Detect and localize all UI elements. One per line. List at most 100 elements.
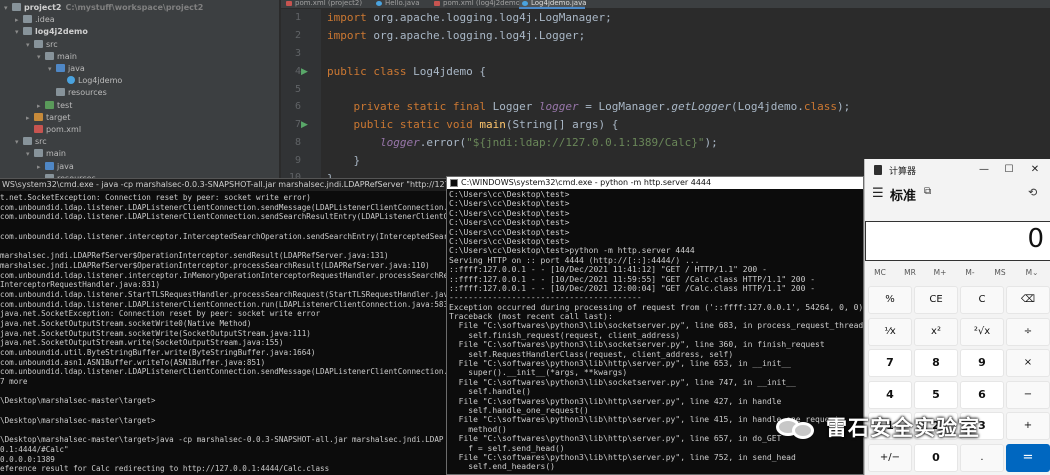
memory-subtract-button[interactable]: M- — [955, 268, 985, 277]
tree-item[interactable]: ▾ java — [48, 63, 85, 74]
console-line: C:\Users\cc\Desktop\test> — [449, 218, 570, 228]
tab-pom-project2[interactable]: pom.xml (project2) — [283, 0, 362, 9]
equals-button[interactable]: = — [1006, 443, 1050, 472]
tree-item[interactable]: resources — [48, 87, 107, 98]
subtract-button[interactable]: − — [1006, 380, 1050, 409]
history-icon[interactable]: ⟲ — [1028, 186, 1037, 199]
console-line: ::ffff:127.0.0.1 - - [10/Dec/2021 11:59:… — [449, 274, 816, 284]
expand-arrow-icon[interactable]: ▸ — [37, 101, 45, 112]
memory-list-button[interactable]: M⌄ — [1017, 268, 1047, 277]
tree-item-label: java — [57, 161, 74, 171]
expand-arrow-icon[interactable]: ▾ — [15, 27, 23, 38]
line-number: 6 — [294, 101, 301, 112]
console-line: File "C:\softwares\python3\lib\socketser… — [449, 321, 864, 331]
console-line: com.unboundid.asn1.ASN1Buffer.writeTo(AS… — [0, 357, 266, 367]
tree-item[interactable]: ▸ java — [37, 161, 74, 172]
keyword: private static final — [353, 100, 486, 113]
folder-icon — [45, 100, 54, 109]
run-main-icon[interactable]: ▶ — [301, 119, 308, 131]
digit-4-button[interactable]: 4 — [868, 380, 912, 409]
maximize-icon[interactable]: ☐ — [1001, 163, 1017, 177]
tree-item[interactable]: ▸ target — [26, 112, 70, 123]
expand-arrow-icon[interactable]: ▾ — [26, 149, 34, 160]
digit-6-button[interactable]: 6 — [960, 380, 1004, 409]
run-class-icon[interactable]: ▶ — [301, 66, 308, 78]
console-titlebar[interactable]: C:\WINDOWS\system32\cmd.exe - python -m … — [447, 177, 863, 189]
expand-arrow-icon[interactable]: ▾ — [26, 40, 34, 51]
divide-button[interactable]: ÷ — [1006, 317, 1050, 346]
console-line: 0.1:4444/#Calc" — [0, 444, 69, 454]
reciprocal-button[interactable]: ⅟x — [868, 317, 912, 346]
expand-arrow-icon[interactable]: ▸ — [15, 15, 23, 26]
expand-arrow-icon[interactable]: ▾ — [4, 3, 12, 14]
tab-log4jdemo-java[interactable]: Log4jdemo.java — [519, 0, 587, 9]
console-line: self.end_headers() — [449, 462, 555, 472]
digit-5-button[interactable]: 5 — [914, 380, 958, 409]
expand-arrow-icon[interactable]: ▾ — [48, 64, 56, 75]
digit-9-button[interactable]: 9 — [960, 349, 1004, 377]
expand-arrow-icon[interactable]: ▸ — [37, 162, 45, 173]
console-line: C:\Users\cc\Desktop\test> — [449, 190, 570, 199]
tree-item[interactable]: ▾ project2 C:\mystuff\workspace\project2 — [4, 2, 203, 13]
add-button[interactable]: + — [1006, 412, 1050, 440]
clear-button[interactable]: C — [960, 286, 1004, 314]
calculator-display: 0 — [865, 221, 1050, 261]
tree-item-label: main — [57, 51, 77, 61]
console-line: ::ffff:127.0.0.1 - - [10/Dec/2021 11:41:… — [449, 265, 767, 275]
tree-item[interactable]: ▾ src — [15, 136, 47, 147]
percent-button[interactable]: % — [868, 286, 912, 314]
console-line: InterceptorRequestHandler.java:831) — [0, 280, 161, 290]
clear-entry-button[interactable]: CE — [914, 286, 958, 314]
console-line: eference result for Calc redirecting to … — [0, 464, 330, 474]
keyword: public class — [327, 65, 407, 78]
close-icon[interactable]: ✕ — [1027, 163, 1043, 177]
console-line: com.unboundid.ldap.listener.LDAPListener… — [0, 212, 453, 222]
minimize-icon[interactable]: — — [976, 163, 992, 177]
tree-item[interactable]: ▾ log4j2demo — [15, 26, 88, 37]
square-button[interactable]: x² — [914, 317, 958, 346]
memory-clear-button[interactable]: MC — [865, 268, 895, 277]
watermark-text: 雷石安全实验室 — [826, 416, 980, 440]
memory-recall-button[interactable]: MR — [895, 268, 925, 277]
tree-item-label: src — [46, 39, 58, 49]
class-name: Log4jdemo { — [406, 65, 486, 78]
project-path-hint: C:\mystuff\workspace\project2 — [65, 3, 204, 12]
square-root-button[interactable]: ²√x — [960, 317, 1004, 346]
multiply-button[interactable]: × — [1006, 349, 1050, 377]
keep-on-top-icon[interactable]: ⧉ — [924, 186, 931, 197]
expand-arrow-icon[interactable]: ▸ — [26, 113, 34, 124]
tab-pom-log4j2demo[interactable]: pom.xml (log4j2demo) — [431, 0, 523, 9]
tree-item-label: .idea — [35, 15, 55, 25]
tree-item[interactable]: ▸ .idea — [15, 14, 55, 25]
calculator-result: 0 — [1027, 224, 1044, 254]
console-line: C:\Users\cc\Desktop\test> — [449, 236, 570, 246]
digit-7-button[interactable]: 7 — [868, 349, 912, 377]
tree-item[interactable]: ▸ test — [37, 100, 72, 111]
memory-store-button[interactable]: MS — [985, 268, 1015, 277]
editor-gutter: 1 2 3 4 5 6 7 8 9 10 ▶ ▶ — [281, 9, 321, 190]
tree-item[interactable]: Log4jdemo — [59, 75, 122, 86]
digit-8-button[interactable]: 8 — [914, 349, 958, 377]
memory-add-button[interactable]: M+ — [925, 268, 955, 277]
console-line: \Desktop\marshalsec-master\target> — [0, 396, 156, 406]
calculator-titlebar[interactable]: 计算器 — ☐ ✕ — [865, 159, 1050, 181]
folder-icon — [23, 27, 32, 36]
backspace-button[interactable]: ⌫ — [1006, 286, 1050, 314]
ldap-server-console[interactable]: WS\system32\cmd.exe - java -cp marshalse… — [0, 178, 460, 475]
expand-arrow-icon[interactable]: ▾ — [37, 52, 45, 63]
tree-item[interactable]: ▾ src — [26, 39, 58, 50]
tree-item[interactable]: pom.xml — [26, 124, 81, 135]
tab-hello-java[interactable]: Hello.java — [373, 0, 425, 9]
console-line: com.unboundid.ldap.listener.LDAPListener… — [0, 299, 449, 309]
tree-item[interactable]: ▾ main — [37, 51, 77, 62]
expand-arrow-icon[interactable]: ▾ — [15, 137, 23, 148]
calculator-mode-label: 标准 — [890, 189, 917, 204]
tree-item[interactable]: ▾ main — [26, 148, 66, 159]
hamburger-menu-icon[interactable]: ☰ — [872, 186, 884, 201]
code-text: (Log4jdemo. — [731, 100, 804, 113]
maven-file-icon — [34, 125, 43, 133]
